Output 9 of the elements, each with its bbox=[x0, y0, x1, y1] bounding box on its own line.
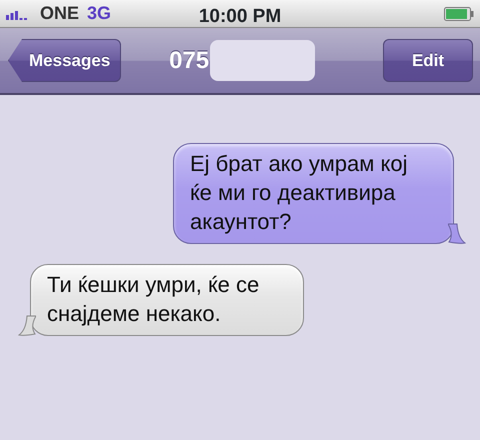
carrier-name: ONE bbox=[40, 2, 80, 25]
bubble-tail-icon bbox=[448, 222, 466, 244]
edit-button[interactable]: Edit bbox=[383, 39, 473, 82]
network-type: 3G bbox=[87, 2, 112, 25]
bubble-tail-icon bbox=[18, 314, 36, 336]
battery-icon bbox=[444, 6, 474, 20]
conversation-title: 075 bbox=[169, 46, 210, 76]
status-time: 10:00 PM bbox=[198, 5, 282, 29]
back-button[interactable]: Messages bbox=[8, 39, 122, 82]
